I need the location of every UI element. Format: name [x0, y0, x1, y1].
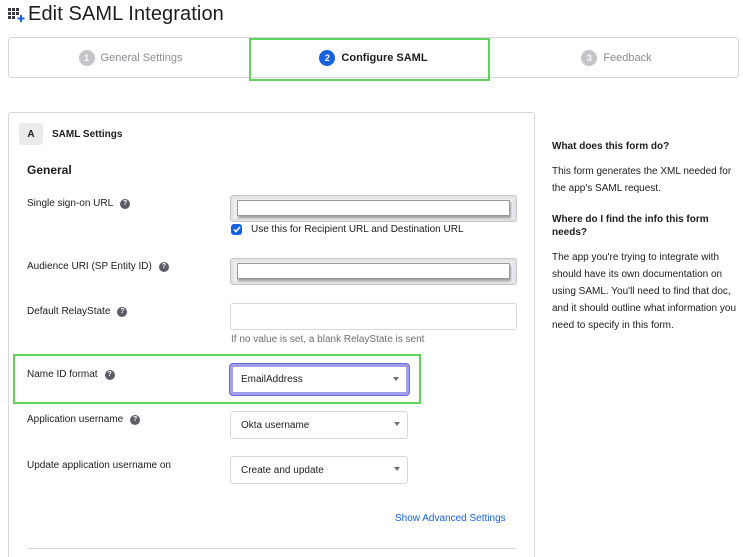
step-label: Configure SAML	[341, 51, 428, 64]
recipient-checkbox-row[interactable]: Use this for Recipient URL and Destinati…	[231, 224, 464, 235]
relay-state-label-text: Default RelayState	[27, 306, 111, 317]
name-id-format-select[interactable]: EmailAddress	[230, 364, 409, 395]
step-label: Feedback	[603, 51, 652, 64]
name-id-format-value: EmailAddress	[241, 374, 303, 385]
sso-url-label-text: Single sign-on URL	[27, 198, 114, 209]
sso-url-label: Single sign-on URL ?	[27, 198, 131, 209]
recipient-checkbox-label: Use this for Recipient URL and Destinati…	[251, 224, 464, 235]
sso-url-value	[237, 200, 510, 216]
step-configure-saml[interactable]: 2 Configure SAML	[252, 38, 495, 77]
update-username-label: Update application username on	[27, 460, 171, 471]
audience-uri-value	[237, 263, 510, 279]
sso-url-input[interactable]	[230, 195, 517, 222]
page-header: Edit SAML Integration	[8, 2, 224, 26]
step-number: 2	[319, 49, 336, 66]
help-icon[interactable]: ?	[130, 414, 141, 425]
app-username-value: Okta username	[241, 419, 310, 431]
show-advanced-settings-link[interactable]: Show Advanced Settings	[395, 513, 506, 524]
saml-settings-panel: A SAML Settings General Single sign-on U…	[8, 112, 535, 557]
step-number: 3	[581, 49, 598, 66]
panel-title: SAML Settings	[52, 128, 123, 140]
section-badge: A	[19, 123, 43, 145]
chevron-down-icon	[394, 422, 400, 426]
step-general-settings[interactable]: 1 General Settings	[9, 38, 252, 77]
step-number: 1	[78, 49, 95, 66]
help-answer: The app you're trying to integrate with …	[552, 252, 737, 331]
update-username-select[interactable]: Create and update	[230, 456, 408, 484]
panel-header: A SAML Settings	[19, 123, 122, 145]
help-question: What does this form do?	[552, 141, 670, 152]
page-title: Edit SAML Integration	[28, 2, 224, 25]
help-icon[interactable]: ?	[117, 306, 128, 317]
wizard-steps: 1 General Settings 2 Configure SAML 3 Fe…	[8, 37, 739, 78]
app-username-label-text: Application username	[27, 414, 124, 425]
update-username-label-text: Update application username on	[27, 460, 171, 471]
checkbox-checked-icon[interactable]	[231, 224, 242, 235]
help-sidebar: What does this form do? This form genera…	[552, 140, 740, 334]
relay-state-label: Default RelayState ?	[27, 306, 128, 317]
help-answer: This form generates the XML needed for t…	[552, 166, 732, 194]
relay-state-input[interactable]	[230, 303, 517, 330]
relay-state-hint: If no value is set, a blank RelayState i…	[231, 334, 425, 345]
update-username-value: Create and update	[241, 464, 324, 476]
divider	[27, 548, 516, 549]
chevron-down-icon	[393, 377, 399, 381]
app-grid-add-icon	[8, 6, 26, 22]
name-id-format-label: Name ID format ?	[27, 369, 115, 380]
section-heading: General	[27, 163, 72, 177]
audience-uri-label-text: Audience URI (SP Entity ID)	[27, 261, 152, 272]
app-username-select[interactable]: Okta username	[230, 411, 408, 439]
step-feedback[interactable]: 3 Feedback	[495, 38, 738, 77]
help-icon[interactable]: ?	[120, 198, 131, 209]
audience-uri-label: Audience URI (SP Entity ID) ?	[27, 261, 169, 272]
name-id-format-label-text: Name ID format	[27, 369, 98, 380]
audience-uri-input[interactable]	[230, 258, 517, 285]
app-username-label: Application username ?	[27, 414, 141, 425]
help-icon[interactable]: ?	[158, 261, 169, 272]
help-question: Where do I find the info this form needs…	[552, 214, 709, 238]
step-label: General Settings	[100, 51, 183, 64]
help-icon[interactable]: ?	[104, 369, 115, 380]
chevron-down-icon	[394, 467, 400, 471]
